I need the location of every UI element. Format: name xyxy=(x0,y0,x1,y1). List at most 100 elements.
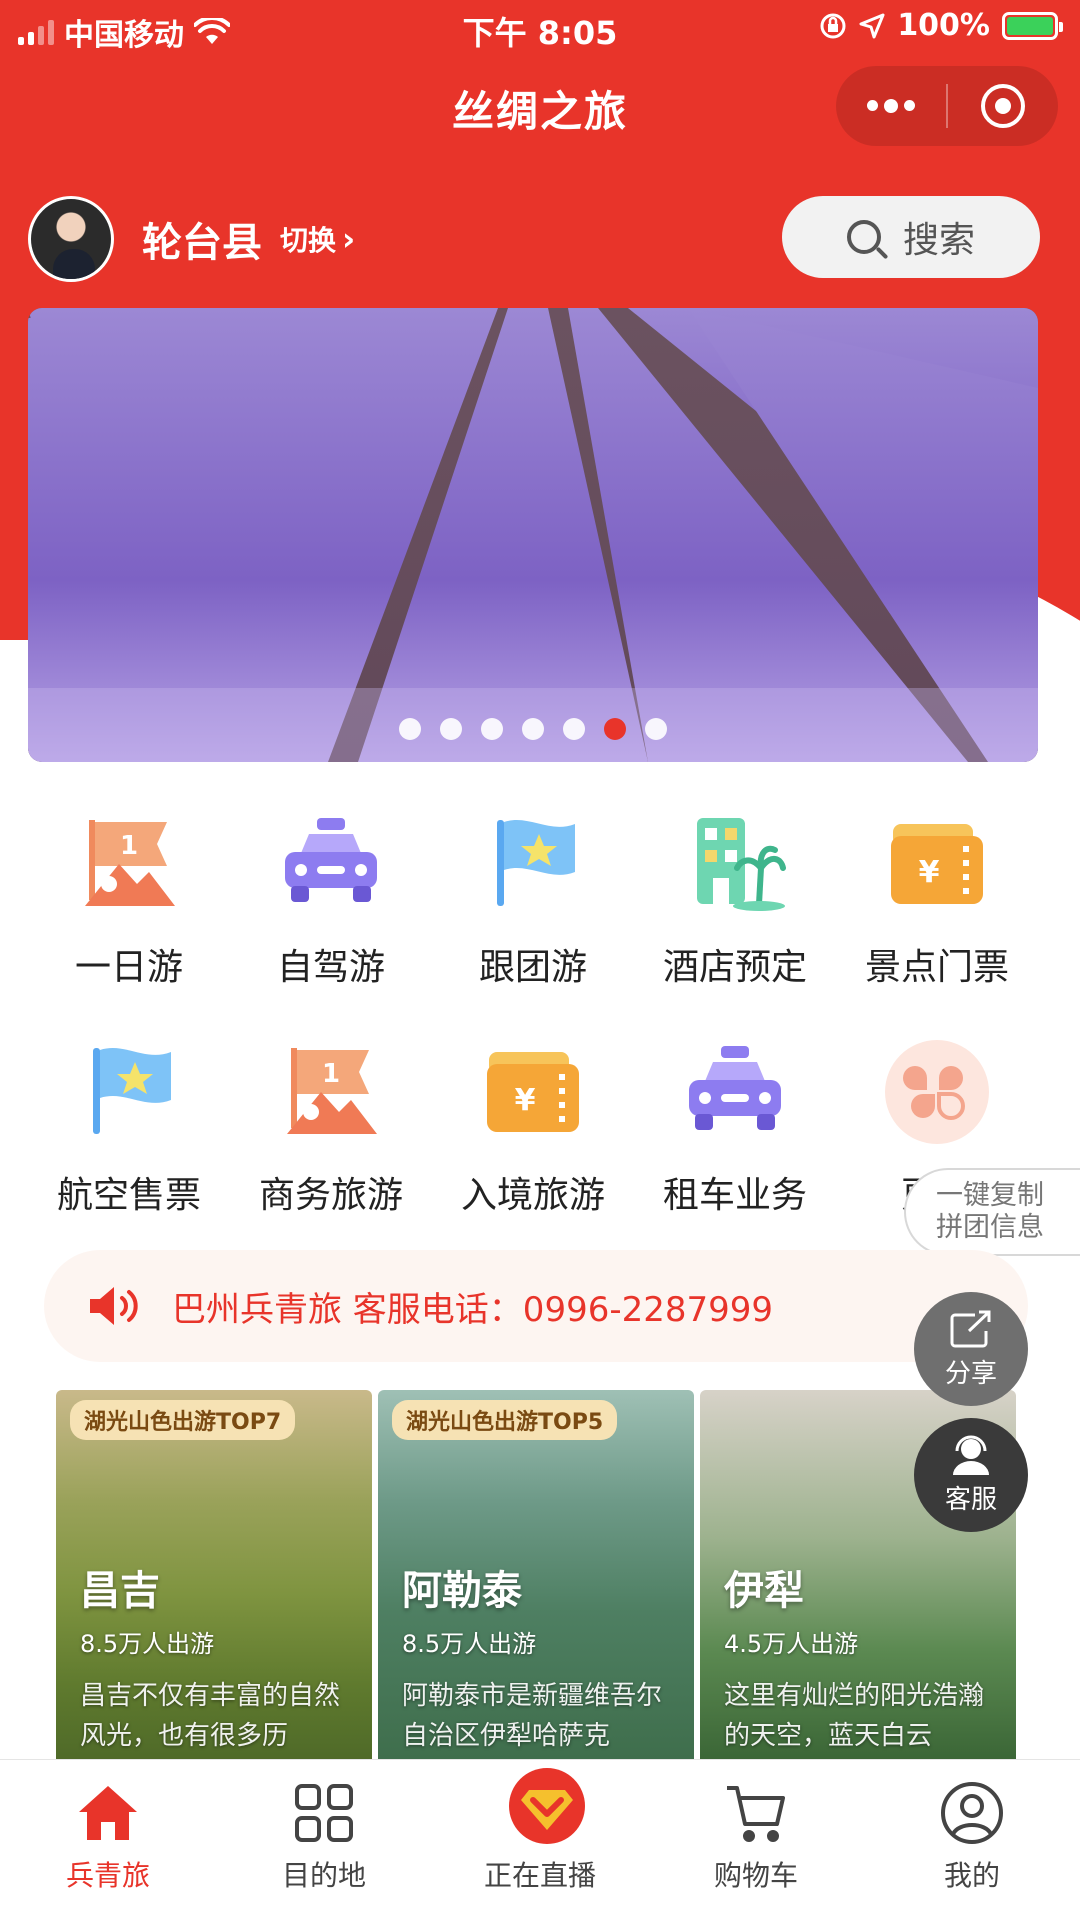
card-destination-name: 伊犁 xyxy=(724,1568,804,1614)
service-label: 酒店预定 xyxy=(662,947,807,988)
service-label: 自驾游 xyxy=(276,947,385,988)
lavender-field-image xyxy=(28,308,1038,762)
carousel-dot[interactable] xyxy=(522,718,544,740)
search-button[interactable]: 搜索 xyxy=(782,196,1040,278)
notice-text: 巴州兵青旅 客服电话：0996-2287999 xyxy=(172,1289,774,1330)
card-visitor-count: 8.5万人出游 xyxy=(80,1630,215,1658)
banner-carousel[interactable] xyxy=(28,308,1038,762)
switch-location-button[interactable]: 切换 › xyxy=(280,219,355,259)
copy-tab-line1: 一键复制 xyxy=(936,1180,1044,1211)
carousel-dot[interactable] xyxy=(604,718,626,740)
copy-group-info-button[interactable]: 一键复制 拼团信息 xyxy=(904,1168,1080,1256)
flight-flag-icon xyxy=(75,1038,183,1146)
profile-icon xyxy=(939,1780,1005,1846)
tab-label: 我的 xyxy=(943,1859,1000,1892)
status-right: 100% xyxy=(819,8,1063,43)
share-label: 分享 xyxy=(944,1358,997,1389)
service-item[interactable]: 跟团游 xyxy=(432,810,634,990)
service-label: 一日游 xyxy=(74,947,183,988)
more-dots-icon xyxy=(867,98,915,113)
more-clover-icon xyxy=(883,1038,991,1146)
copy-tab-line2: 拼团信息 xyxy=(936,1212,1044,1243)
battery-percent: 100% xyxy=(897,8,990,43)
carousel-dot[interactable] xyxy=(440,718,462,740)
card-description: 这里有灿烂的阳光浩瀚的天空，蓝天白云 xyxy=(724,1681,985,1751)
service-label: 商务旅游 xyxy=(258,1175,403,1216)
carousel-dot[interactable] xyxy=(563,718,585,740)
home-icon xyxy=(75,1780,141,1846)
service-item[interactable]: 租车业务 xyxy=(634,1038,836,1218)
business-tour-flag-icon: 1 xyxy=(277,1038,385,1146)
service-label: 航空售票 xyxy=(56,1175,201,1216)
share-button[interactable]: 分享 xyxy=(914,1292,1028,1406)
svg-text:1: 1 xyxy=(322,1059,340,1089)
tab-profile[interactable]: 我的 xyxy=(864,1760,1080,1920)
svg-text:¥: ¥ xyxy=(919,855,940,890)
county-name: 轮台县 xyxy=(142,220,262,266)
inbound-wallet-icon: ¥ xyxy=(479,1038,587,1146)
card-description: 阿勒泰市是新疆维吾尔自治区伊犁哈萨克 xyxy=(402,1681,663,1751)
card-rank-tag: 湖光山色出游TOP5 xyxy=(392,1400,618,1440)
customer-service-button[interactable]: 客服 xyxy=(914,1418,1028,1532)
carousel-dot[interactable] xyxy=(481,718,503,740)
group-tour-flag-icon xyxy=(479,810,587,918)
more-menu-button[interactable] xyxy=(836,66,946,146)
close-program-button[interactable] xyxy=(948,66,1058,146)
service-item[interactable]: 航空售票 xyxy=(28,1038,230,1218)
destination-card[interactable]: 湖光山色出游TOP5 阿勒泰 8.5万人出游 阿勒泰市是新疆维吾尔自治区伊犁哈萨… xyxy=(378,1390,694,1760)
tab-grid[interactable]: 目的地 xyxy=(216,1760,432,1920)
customer-service-icon xyxy=(953,1435,989,1475)
car-icon xyxy=(277,810,385,918)
search-label: 搜索 xyxy=(902,220,975,261)
card-destination-name: 昌吉 xyxy=(80,1568,160,1614)
tab-label: 正在直播 xyxy=(483,1859,596,1892)
cart-icon xyxy=(723,1780,789,1846)
destination-card[interactable]: 湖光山色出游TOP7 昌吉 8.5万人出游 昌吉不仅有丰富的自然风光，也有很多历 xyxy=(56,1390,372,1760)
rental-car-icon xyxy=(681,1038,789,1146)
service-grid: 1 一日游 自驾游 跟团游 酒店预定 ¥ 景点门票 航空售票 1 商务旅游 ¥ 入境旅… xyxy=(28,810,1038,1218)
tab-home[interactable]: 兵青旅 xyxy=(0,1760,216,1920)
status-bar: 中国移动 下午 8:05 100% xyxy=(0,0,1080,56)
tab-cart[interactable]: 购物车 xyxy=(648,1760,864,1920)
service-label: 入境旅游 xyxy=(460,1175,605,1216)
tab-label: 目的地 xyxy=(281,1859,366,1892)
service-item[interactable]: 1 商务旅游 xyxy=(230,1038,432,1218)
battery-icon xyxy=(1002,11,1063,40)
service-item[interactable]: ¥ 入境旅游 xyxy=(432,1038,634,1218)
card-rank-tag: 湖光山色出游TOP7 xyxy=(70,1400,296,1440)
carousel-indicators xyxy=(28,718,1038,740)
share-icon xyxy=(950,1310,991,1347)
orientation-lock-icon xyxy=(820,13,846,38)
service-label: 景点门票 xyxy=(864,947,1009,988)
card-visitor-count: 8.5万人出游 xyxy=(402,1630,537,1658)
avatar[interactable] xyxy=(28,196,114,282)
service-item[interactable]: 自驾游 xyxy=(230,810,432,990)
ticket-wallet-icon: ¥ xyxy=(883,810,991,918)
svg-text:¥: ¥ xyxy=(515,1083,536,1118)
destination-cards: 湖光山色出游TOP7 昌吉 8.5万人出游 昌吉不仅有丰富的自然风光，也有很多历… xyxy=(56,1390,1018,1760)
card-destination-name: 阿勒泰 xyxy=(402,1568,522,1614)
tab-label: 购物车 xyxy=(713,1859,798,1892)
customer-service-notice[interactable]: 巴州兵青旅 客服电话：0996-2287999 xyxy=(44,1250,1028,1362)
carousel-dot[interactable] xyxy=(399,718,421,740)
svg-text:1: 1 xyxy=(120,831,138,861)
card-visitor-count: 4.5万人出游 xyxy=(724,1630,859,1658)
grid-icon xyxy=(291,1780,357,1846)
target-icon xyxy=(981,84,1025,128)
service-label: 租车业务 xyxy=(662,1175,807,1216)
switch-label: 切换 xyxy=(280,224,337,257)
speaker-icon xyxy=(90,1287,138,1325)
live-icon xyxy=(507,1768,585,1846)
mini-program-capsule xyxy=(836,66,1058,146)
search-icon xyxy=(846,220,881,254)
service-label: 跟团游 xyxy=(478,947,587,988)
carousel-dot[interactable] xyxy=(645,718,667,740)
service-item[interactable]: 1 一日游 xyxy=(28,810,230,990)
service-item[interactable]: ¥ 景点门票 xyxy=(836,810,1038,990)
hotel-icon xyxy=(681,810,789,918)
bottom-tab-bar: 兵青旅 目的地 正在直播 购物车 我的 xyxy=(0,1760,1080,1920)
day-tour-flag-icon: 1 xyxy=(75,810,183,918)
location-arrow-icon xyxy=(859,13,885,38)
tab-live[interactable]: 正在直播 xyxy=(432,1760,648,1920)
service-item[interactable]: 酒店预定 xyxy=(634,810,836,990)
